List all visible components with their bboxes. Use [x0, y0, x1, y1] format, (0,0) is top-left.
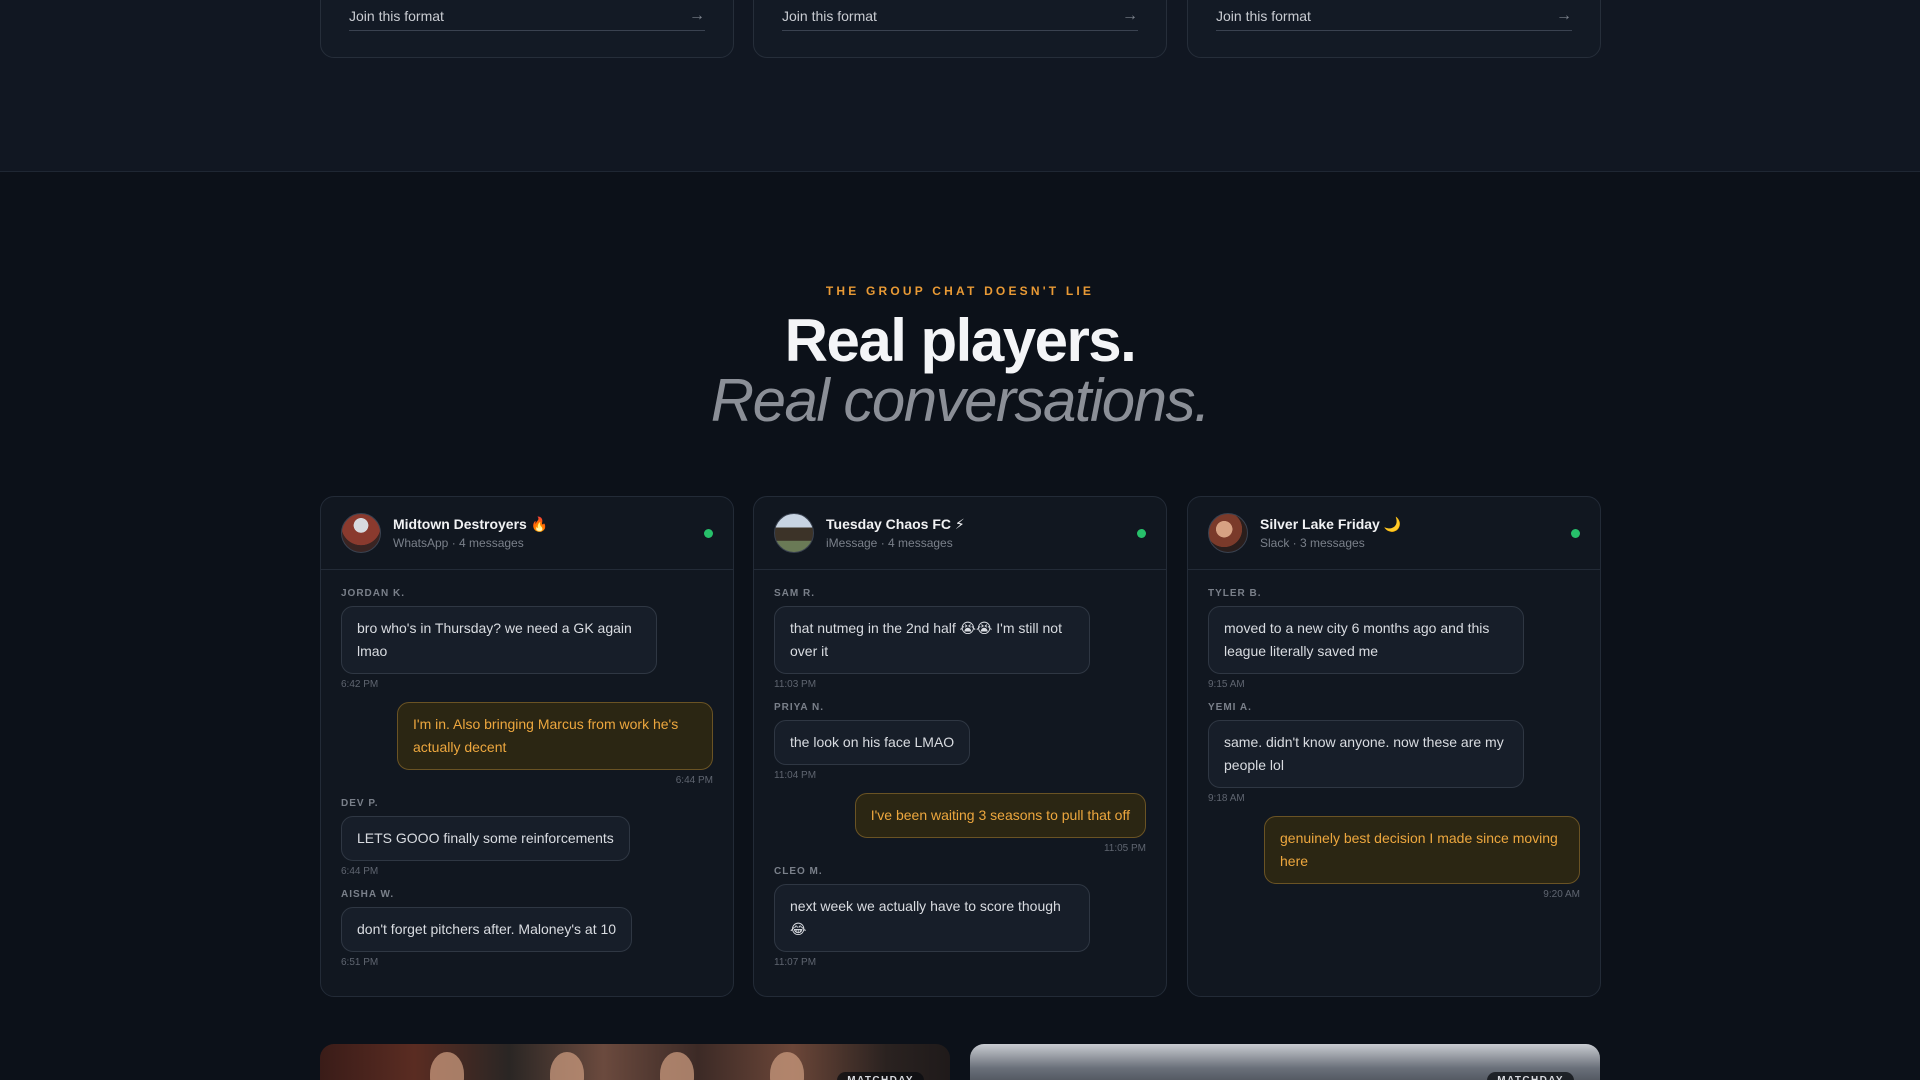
- format-card: Join this format →: [320, 0, 734, 58]
- join-format-link[interactable]: Join this format →: [782, 7, 1138, 31]
- message-bubble: bro who's in Thursday? we need a GK agai…: [341, 606, 657, 674]
- chat-title: Midtown Destroyers 🔥: [393, 516, 549, 532]
- message: DEV P. LETS GOOO finally some reinforcem…: [341, 798, 713, 877]
- message-bubble: don't forget pitchers after. Maloney's a…: [341, 907, 633, 952]
- arrow-right-icon: →: [1122, 6, 1138, 24]
- message: JORDAN K. bro who's in Thursday? we need…: [341, 588, 713, 690]
- message-time: 11:04 PM: [774, 770, 817, 781]
- join-format-label: Join this format: [1216, 7, 1311, 24]
- message-time: 11:07 PM: [774, 957, 817, 968]
- player-face: [770, 1052, 804, 1080]
- matchday-tag: MATCHDAY: [837, 1072, 924, 1080]
- chat-messages: SAM R. that nutmeg in the 2nd half 😭😭 I'…: [754, 570, 1166, 968]
- message-sender: PRIYA N.: [774, 702, 825, 713]
- group-avatar: [774, 513, 814, 553]
- message-time: 9:15 AM: [1208, 679, 1245, 690]
- section-eyebrow: THE GROUP CHAT DOESN'T LIE: [825, 284, 1095, 298]
- chat-meta: Slack · 3 messages: [1260, 536, 1365, 550]
- message: PRIYA N. the look on his face LMAO 11:04…: [774, 702, 1146, 781]
- online-status-icon: [704, 529, 713, 538]
- message-sender: TYLER B.: [1208, 588, 1262, 599]
- message-bubble: LETS GOOO finally some reinforcements: [341, 816, 630, 861]
- chat-card: Tuesday Chaos FC ⚡ iMessage · 4 messages…: [753, 496, 1167, 997]
- message-bubble-own: I'm in. Also bringing Marcus from work h…: [397, 702, 713, 770]
- message-time: 6:44 PM: [341, 866, 379, 877]
- message-bubble: next week we actually have to score thou…: [774, 884, 1090, 952]
- message-bubble: same. didn't know anyone. now these are …: [1208, 720, 1524, 788]
- message-bubble: that nutmeg in the 2nd half 😭😭 I'm still…: [774, 606, 1090, 674]
- player-face: [660, 1052, 694, 1080]
- arrow-right-icon: →: [1556, 6, 1572, 24]
- message-sender: JORDAN K.: [341, 588, 406, 599]
- chat-meta: WhatsApp · 4 messages: [393, 536, 524, 550]
- join-format-label: Join this format: [782, 7, 877, 24]
- message-bubble: moved to a new city 6 months ago and thi…: [1208, 606, 1524, 674]
- arrow-right-icon: →: [689, 6, 705, 24]
- online-status-icon: [1571, 529, 1580, 538]
- team-photo: MATCHDAY: [320, 1044, 950, 1080]
- chat-header: Midtown Destroyers 🔥 WhatsApp · 4 messag…: [321, 497, 733, 570]
- chat-card: Midtown Destroyers 🔥 WhatsApp · 4 messag…: [320, 496, 734, 997]
- message-time: 6:44 PM: [675, 775, 713, 786]
- chat-title: Silver Lake Friday 🌙: [1260, 516, 1402, 532]
- chat-card: Silver Lake Friday 🌙 Slack · 3 messages …: [1187, 496, 1601, 997]
- message-time: 6:42 PM: [341, 679, 379, 690]
- message-own: I've been waiting 3 seasons to pull that…: [774, 793, 1146, 854]
- message-time: 11:05 PM: [1103, 843, 1146, 854]
- join-format-label: Join this format: [349, 7, 444, 24]
- section-subheadline: Real conversations.: [710, 367, 1211, 434]
- message: AISHA W. don't forget pitchers after. Ma…: [341, 889, 713, 968]
- message-own: genuinely best decision I made since mov…: [1208, 816, 1580, 900]
- online-status-icon: [1137, 529, 1146, 538]
- chat-header: Silver Lake Friday 🌙 Slack · 3 messages: [1188, 497, 1600, 570]
- message-own: I'm in. Also bringing Marcus from work h…: [341, 702, 713, 786]
- message: CLEO M. next week we actually have to sc…: [774, 866, 1146, 968]
- message-bubble-own: genuinely best decision I made since mov…: [1264, 816, 1580, 884]
- player-face: [430, 1052, 464, 1080]
- message-bubble: the look on his face LMAO: [774, 720, 971, 765]
- message-time: 6:51 PM: [341, 957, 379, 968]
- message-sender: YEMI A.: [1208, 702, 1252, 713]
- message-time: 9:20 AM: [1543, 889, 1580, 900]
- message-sender: SAM R.: [774, 588, 815, 599]
- group-avatar: [341, 513, 381, 553]
- stadium-photo: MATCHDAY: [970, 1044, 1600, 1080]
- format-card: Join this format →: [1187, 0, 1601, 58]
- group-avatar: [1208, 513, 1248, 553]
- chat-messages: TYLER B. moved to a new city 6 months ag…: [1188, 570, 1600, 900]
- join-format-link[interactable]: Join this format →: [1216, 7, 1572, 31]
- matchday-tag: MATCHDAY: [1487, 1072, 1574, 1080]
- message: YEMI A. same. didn't know anyone. now th…: [1208, 702, 1580, 804]
- player-face: [550, 1052, 584, 1080]
- message-sender: AISHA W.: [341, 889, 395, 900]
- join-format-link[interactable]: Join this format →: [349, 7, 705, 31]
- message-sender: DEV P.: [341, 798, 379, 809]
- chat-messages: JORDAN K. bro who's in Thursday? we need…: [321, 570, 733, 968]
- format-card: Join this format →: [753, 0, 1167, 58]
- message: SAM R. that nutmeg in the 2nd half 😭😭 I'…: [774, 588, 1146, 690]
- chat-header: Tuesday Chaos FC ⚡ iMessage · 4 messages: [754, 497, 1166, 570]
- chat-title: Tuesday Chaos FC ⚡: [826, 516, 965, 532]
- chat-meta: iMessage · 4 messages: [826, 536, 953, 550]
- message-time: 11:03 PM: [774, 679, 817, 690]
- formats-section: Join this format → Join this format → Jo…: [0, 0, 1920, 172]
- message-sender: CLEO M.: [774, 866, 823, 877]
- message-time: 9:18 AM: [1208, 793, 1245, 804]
- message-bubble-own: I've been waiting 3 seasons to pull that…: [854, 793, 1146, 838]
- message: TYLER B. moved to a new city 6 months ag…: [1208, 588, 1580, 690]
